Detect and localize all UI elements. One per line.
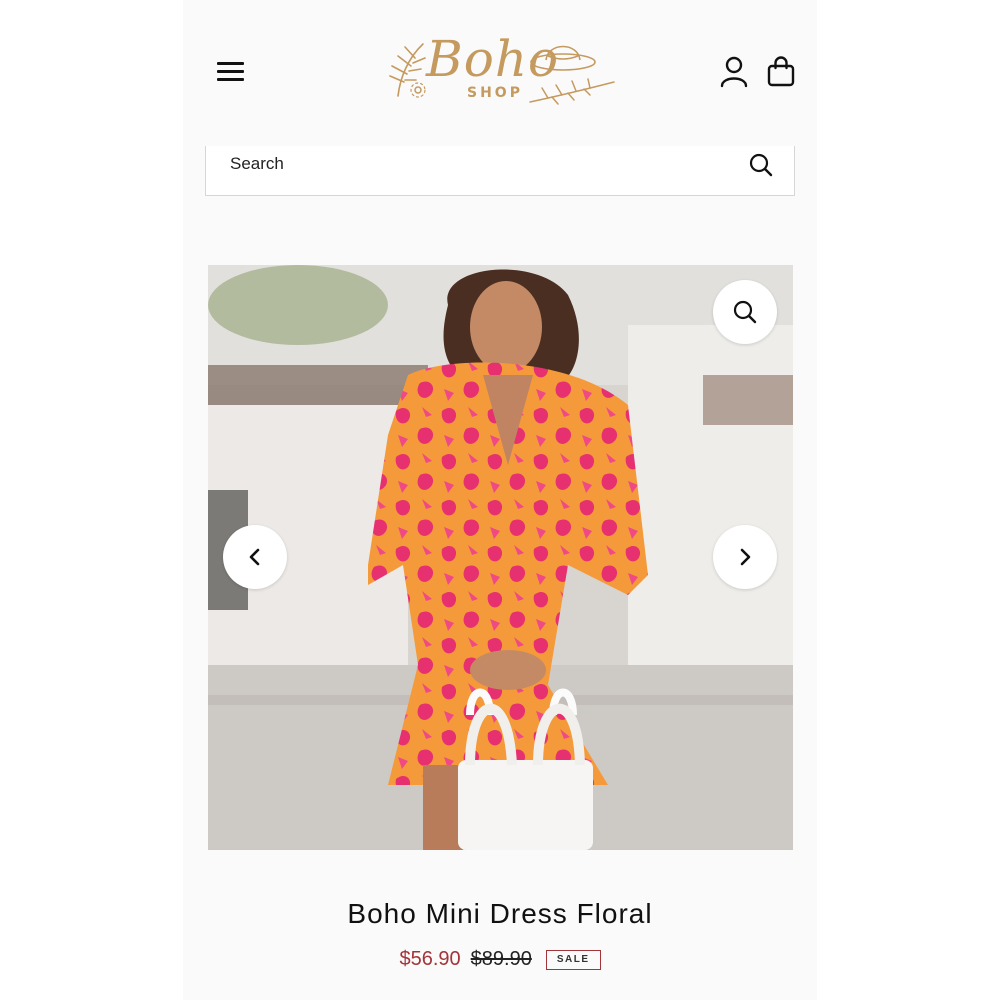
original-price: $89.90	[470, 948, 532, 970]
zoom-button[interactable]	[713, 280, 777, 344]
leaf-sprig-icon	[529, 78, 615, 105]
shop-logo[interactable]: Boho SHOP	[378, 30, 618, 110]
product-photo	[208, 265, 793, 850]
shopping-bag-icon	[767, 56, 795, 87]
user-icon	[720, 56, 748, 88]
chevron-right-icon	[740, 548, 751, 566]
sale-price: $56.90	[399, 948, 461, 970]
chevron-left-icon	[249, 548, 260, 566]
search-input[interactable]: Search	[230, 154, 284, 174]
logo-subtitle: SHOP	[467, 85, 523, 101]
price-row: $56.90 $89.90 SALE	[183, 948, 817, 971]
search-bar[interactable]: Search	[205, 146, 795, 196]
previous-image-button[interactable]	[223, 525, 287, 589]
product-image-gallery[interactable]	[208, 265, 793, 850]
next-image-button[interactable]	[713, 525, 777, 589]
product-title: Boho Mini Dress Floral	[347, 898, 653, 929]
hamburger-menu-icon	[217, 62, 244, 65]
search-button[interactable]	[748, 152, 774, 178]
magnifier-icon	[733, 300, 757, 324]
cart-button[interactable]	[766, 56, 796, 88]
search-icon	[749, 153, 773, 177]
account-button[interactable]	[719, 56, 749, 88]
sale-badge: SALE	[545, 949, 601, 970]
product-page: Boho SHOP Search Boho Mini Dress Floral …	[183, 0, 817, 1000]
menu-button[interactable]	[217, 58, 245, 84]
sun-hat-icon	[530, 45, 596, 71]
